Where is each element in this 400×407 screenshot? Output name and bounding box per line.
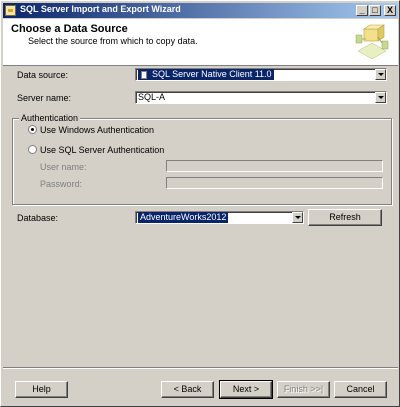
wizard-window: SQL Server Import and Export Wizard _ □ … xyxy=(0,0,400,407)
server-name-value: SQL-A xyxy=(138,92,166,102)
refresh-button[interactable]: Refresh xyxy=(308,209,382,226)
database-value: AdventureWorks2012 xyxy=(138,212,229,223)
page-title: Choose a Data Source xyxy=(11,23,128,35)
database-label: Database: xyxy=(17,213,59,223)
server-name-label: Server name: xyxy=(17,93,72,103)
data-source-dropdown[interactable]: SQL Server Native Client 11.0 xyxy=(135,68,387,81)
cancel-button[interactable]: Cancel xyxy=(334,381,387,398)
server-name-combobox[interactable]: SQL-A xyxy=(135,91,387,104)
title-bar[interactable]: SQL Server Import and Export Wizard _ □ … xyxy=(3,3,398,18)
data-source-value: SQL Server Native Client 11.0 xyxy=(138,69,274,80)
maximize-button[interactable]: □ xyxy=(369,5,381,16)
database-source-icon xyxy=(141,71,147,79)
chevron-down-icon[interactable] xyxy=(375,69,386,80)
window-title: SQL Server Import and Export Wizard xyxy=(20,4,181,14)
back-button[interactable]: < Back xyxy=(161,381,214,398)
next-button[interactable]: Next > xyxy=(219,380,273,399)
sql-auth-radio[interactable] xyxy=(28,145,37,154)
sql-auth-label[interactable]: Use SQL Server Authentication xyxy=(40,145,164,155)
page-subtitle: Select the source from which to copy dat… xyxy=(28,36,198,46)
username-label: User name: xyxy=(40,162,87,172)
database-dropdown[interactable]: AdventureWorks2012 xyxy=(135,211,304,224)
password-label: Password: xyxy=(40,179,83,189)
chevron-down-icon[interactable] xyxy=(292,212,303,223)
windows-auth-radio[interactable] xyxy=(28,125,37,134)
wizard-header: Choose a Data Source Select the source f… xyxy=(3,19,398,66)
windows-auth-label[interactable]: Use Windows Authentication xyxy=(40,125,154,135)
app-icon xyxy=(5,5,16,16)
help-button[interactable]: Help xyxy=(15,381,68,398)
footer-divider xyxy=(3,367,398,369)
authentication-group-label: Authentication xyxy=(19,113,81,123)
close-button[interactable]: X xyxy=(384,5,396,16)
chevron-down-icon[interactable] xyxy=(375,92,386,103)
data-source-icon xyxy=(352,21,392,61)
finish-button[interactable]: Finish >>| xyxy=(277,381,330,398)
minimize-button[interactable]: _ xyxy=(356,5,368,16)
password-field[interactable] xyxy=(166,177,383,189)
data-source-label: Data source: xyxy=(17,70,69,80)
username-field[interactable] xyxy=(166,160,383,172)
